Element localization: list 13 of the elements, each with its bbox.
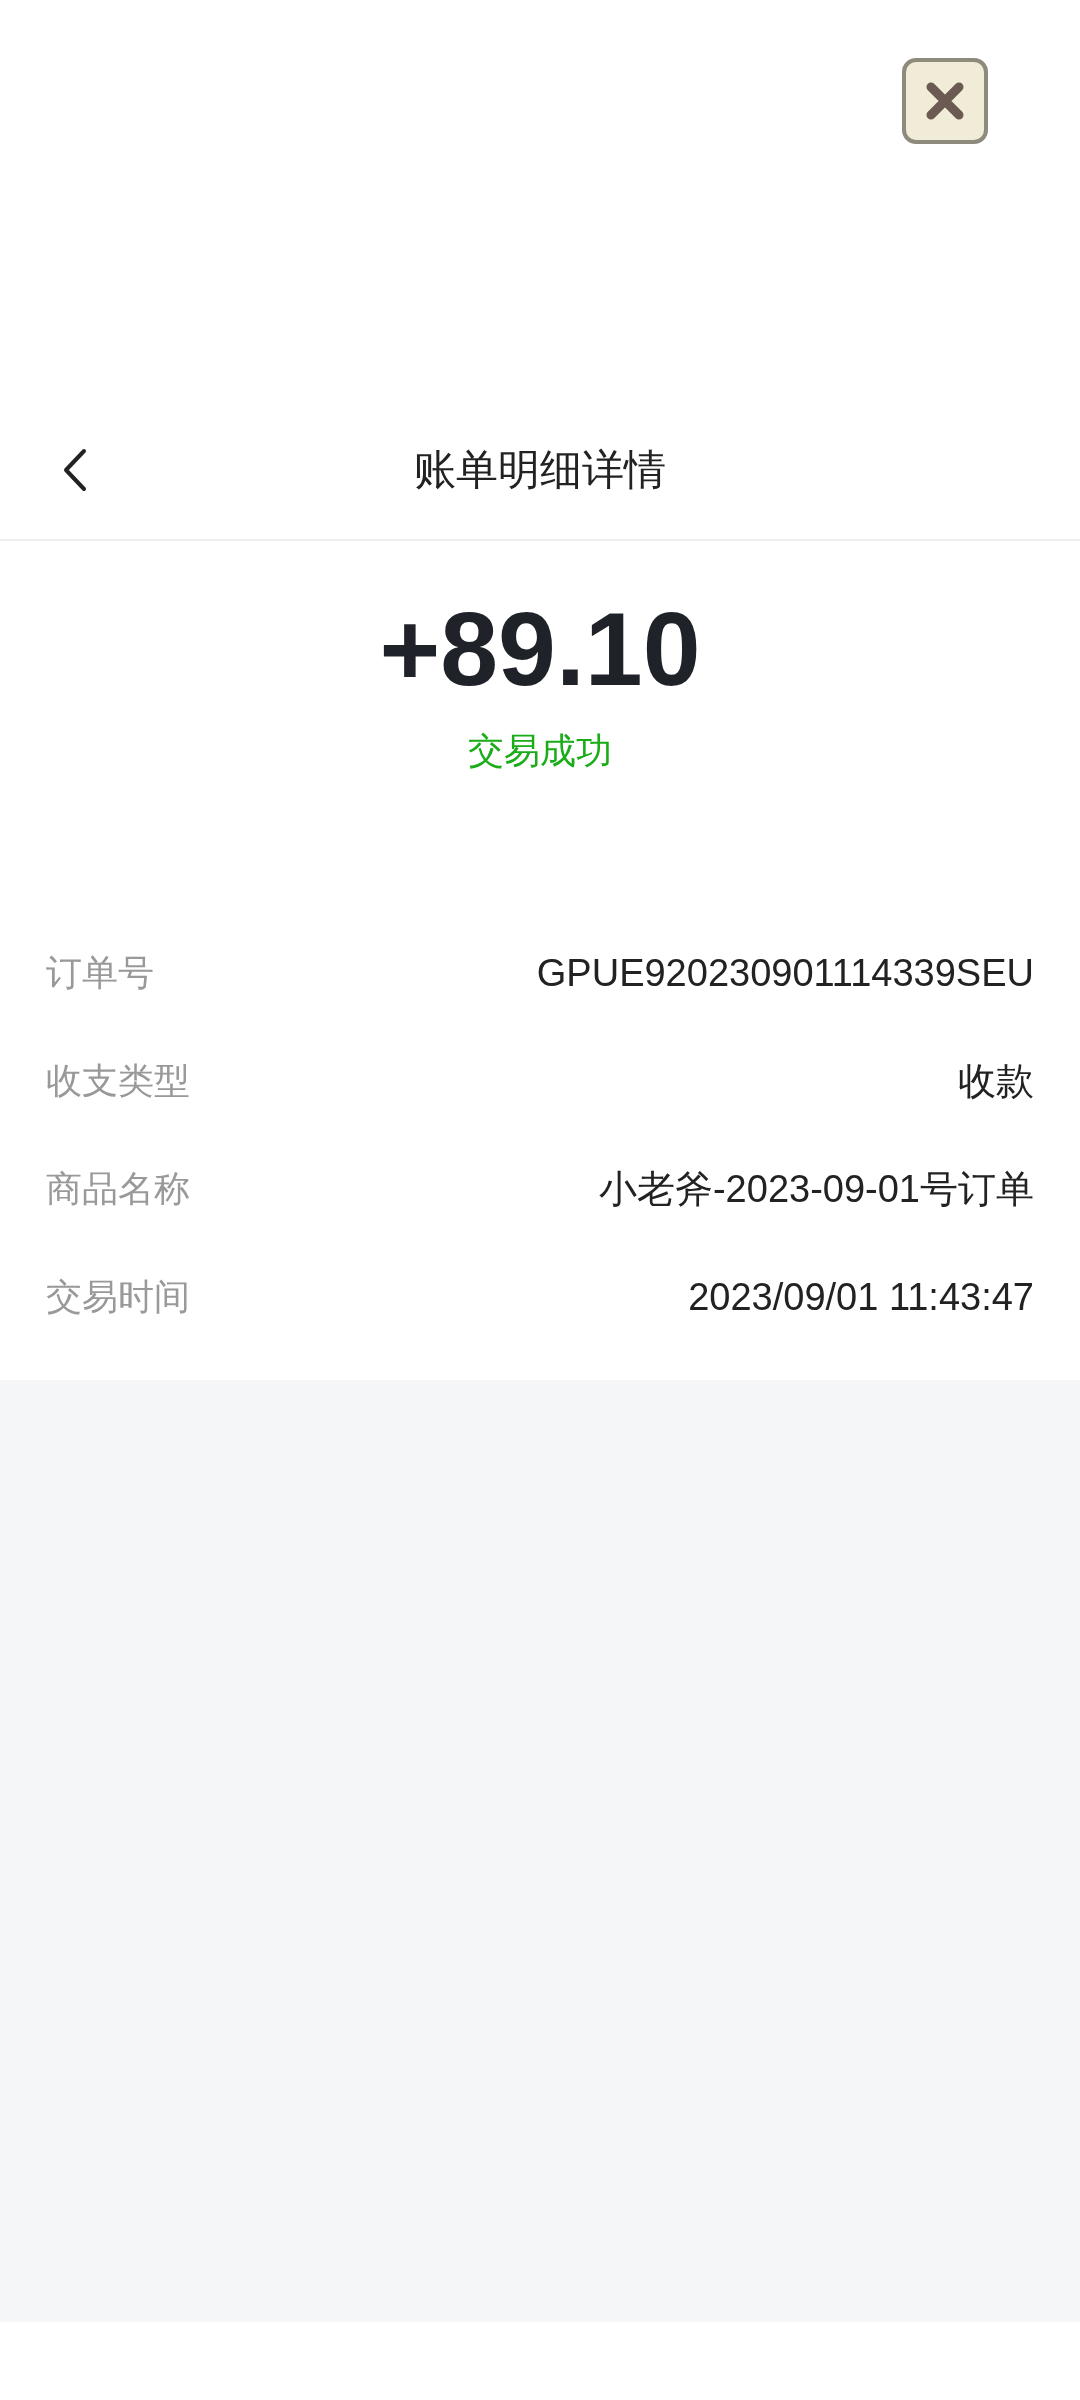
detail-label: 订单号 <box>46 950 154 995</box>
detail-value: 2023/09/01 11:43:47 <box>688 1275 1034 1319</box>
detail-value: 收款 <box>958 1058 1034 1104</box>
status-text: 交易成功 <box>468 729 612 773</box>
close-button[interactable] <box>902 58 988 144</box>
page-title: 账单明细详情 <box>414 443 666 496</box>
amount: +89.10 <box>379 590 701 709</box>
detail-label: 商品名称 <box>46 1166 190 1211</box>
back-icon[interactable] <box>62 448 88 492</box>
detail-label: 交易时间 <box>46 1274 190 1319</box>
detail-value: GPUE920230901114339SEU <box>536 951 1034 995</box>
detail-label: 收支类型 <box>46 1058 190 1103</box>
detail-value: 小老斧-2023-09-01号订单 <box>598 1166 1034 1212</box>
